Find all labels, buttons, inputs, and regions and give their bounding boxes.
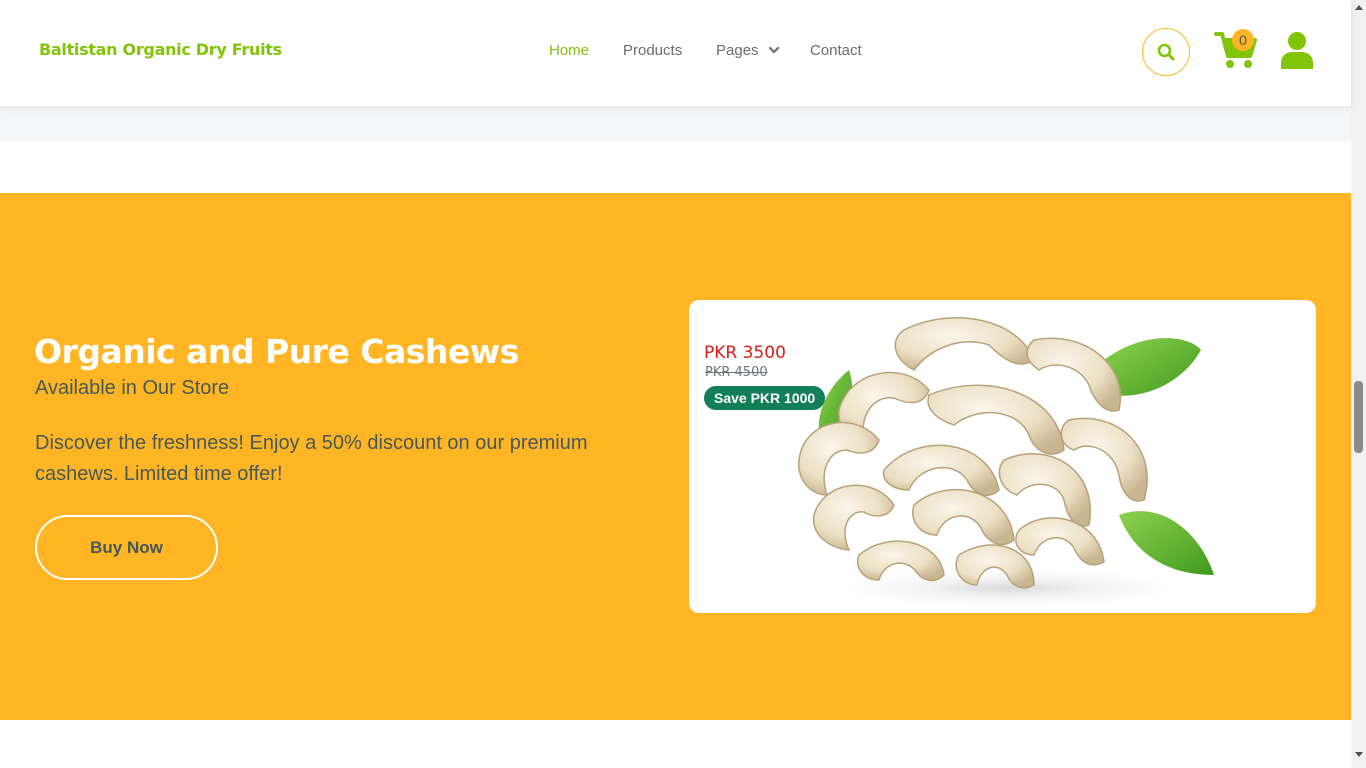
banner-title: Organic and Pure Cashews <box>34 332 519 371</box>
nav-contact[interactable]: Contact <box>810 42 862 59</box>
product-price: PKR 3500 <box>704 343 786 363</box>
scroll-down-arrow-icon[interactable] <box>1355 752 1363 758</box>
nav-home[interactable]: Home <box>549 42 589 59</box>
banner-subtitle: Available in Our Store <box>35 377 230 399</box>
scrollbar-thumb[interactable] <box>1354 381 1363 453</box>
cart-count-badge: 0 <box>1232 29 1254 51</box>
site-header: Baltistan Organic Dry Fruits Home Produc… <box>0 0 1351 106</box>
user-icon[interactable] <box>1280 31 1314 69</box>
banner-description: Discover the freshness! Enjoy a 50% disc… <box>35 432 588 485</box>
buy-now-button[interactable]: Buy Now <box>35 515 218 580</box>
search-icon <box>1157 43 1175 61</box>
search-button[interactable] <box>1142 28 1190 76</box>
chevron-down-icon <box>768 46 779 54</box>
product-original-price: PKR 4500 <box>705 365 768 380</box>
nav-pages-label: Pages <box>716 42 759 59</box>
nav-pages[interactable]: Pages <box>716 42 779 59</box>
nav-products[interactable]: Products <box>623 42 682 59</box>
page-divider-band <box>0 106 1351 141</box>
scroll-up-arrow-icon[interactable] <box>1355 4 1363 10</box>
savings-badge: Save PKR 1000 <box>704 386 826 410</box>
